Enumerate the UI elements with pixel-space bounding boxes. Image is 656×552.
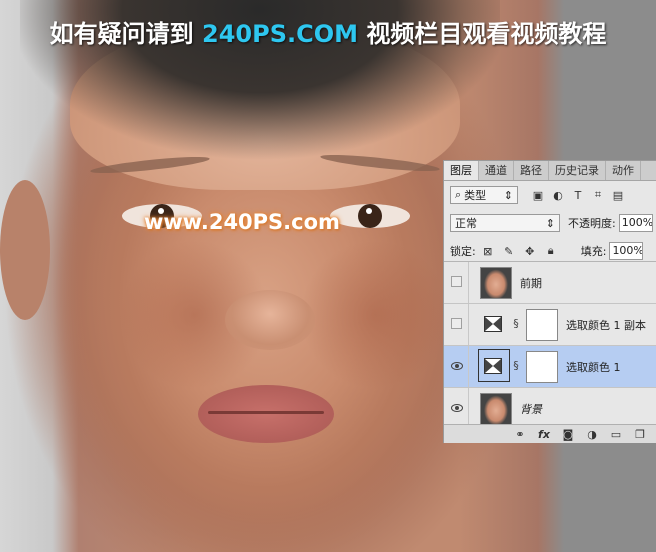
lock-all-icon[interactable]: 🔒︎: [545, 244, 557, 257]
right-iris: [358, 204, 382, 228]
blend-mode-select[interactable]: 正常 ⇕: [450, 214, 560, 232]
tab-layers[interactable]: 图层: [444, 161, 479, 180]
selective-color-adjustment-icon: [484, 358, 502, 374]
visibility-toggle-on[interactable]: [449, 400, 464, 415]
filter-icons: ▣ ◐ T ⌗ ▤: [532, 188, 624, 202]
layer-kind-filter-select[interactable]: ⌕ 类型 ⇕: [450, 186, 518, 204]
chain-link-icon[interactable]: §: [512, 318, 520, 330]
divider: [468, 346, 469, 387]
lock-transparent-icon[interactable]: ⊠: [482, 245, 494, 258]
kind-filter-label: 类型: [464, 189, 487, 202]
watermark: www.240PS.com: [144, 210, 340, 234]
banner-site: 240PS.COM: [202, 20, 358, 48]
shape-filter-icon[interactable]: ⌗: [592, 188, 604, 201]
layers-list: 前期 § 选取颜色 1 副本 § 选取颜色 1 背景: [444, 261, 656, 430]
image-filter-icon[interactable]: ▣: [532, 189, 544, 202]
banner-text-before: 如有疑问请到: [49, 20, 202, 48]
blend-row: 正常 ⇕ 不透明度: 100%: [444, 209, 656, 237]
tutorial-banner: 如有疑问请到 240PS.COM 视频栏目观看视频教程: [0, 14, 656, 49]
layer-mask-thumbnail[interactable]: [526, 309, 558, 341]
layers-panel: 图层 通道 路径 历史记录 动作 ⌕ 类型 ⇕ ▣ ◐ T ⌗ ▤ 正常 ⇕ 不…: [443, 160, 656, 443]
selective-color-adjustment-icon: [484, 316, 502, 332]
eye-icon: [450, 361, 463, 370]
blend-mode-value: 正常: [455, 217, 477, 230]
fill-field[interactable]: 100%: [609, 242, 644, 260]
opacity-field[interactable]: 100%: [618, 214, 653, 232]
lock-label: 锁定:: [450, 245, 476, 258]
chain-link-icon[interactable]: §: [512, 360, 520, 372]
adjustment-filter-icon[interactable]: ◐: [552, 189, 564, 202]
type-filter-icon[interactable]: T: [572, 189, 584, 202]
right-eye: [330, 204, 410, 228]
visibility-toggle-off[interactable]: [449, 316, 464, 331]
updown-arrows-icon: ⇕: [545, 216, 555, 230]
layer-name[interactable]: 前期: [520, 275, 542, 291]
lock-icons: ⊠ ✎ ✥ 🔒︎: [482, 244, 557, 258]
divider: [468, 388, 469, 429]
eye-icon: [450, 403, 463, 412]
link-layers-icon[interactable]: ⚭: [513, 428, 527, 441]
layer-row-selective-color[interactable]: § 选取颜色 1: [444, 346, 656, 388]
lock-position-move-icon[interactable]: ✥: [524, 245, 536, 258]
layer-row-qianqi[interactable]: 前期: [444, 262, 656, 304]
layer-thumbnail: [480, 267, 512, 299]
fill-label: 填充:: [580, 245, 607, 258]
add-mask-icon[interactable]: ◙: [561, 428, 575, 441]
layer-mask-thumbnail[interactable]: [526, 351, 558, 383]
tab-history[interactable]: 历史记录: [549, 161, 606, 180]
new-layer-icon[interactable]: ❐: [633, 428, 647, 441]
layer-name[interactable]: 选取颜色 1: [566, 359, 621, 375]
panel-tabs: 图层 通道 路径 历史记录 动作: [444, 161, 656, 181]
lips: [198, 385, 334, 443]
filter-row: ⌕ 类型 ⇕ ▣ ◐ T ⌗ ▤: [444, 181, 656, 209]
opacity-label: 不透明度:: [568, 217, 616, 230]
nose: [225, 290, 315, 350]
divider: [468, 304, 469, 345]
updown-arrows-icon: ⇕: [503, 188, 513, 202]
banner-text-after: 视频栏目观看视频教程: [358, 20, 607, 48]
visibility-toggle-on[interactable]: [449, 358, 464, 373]
visibility-toggle-off[interactable]: [449, 274, 464, 289]
layer-name[interactable]: 选取颜色 1 副本: [566, 317, 646, 333]
panel-footer: ⚭ fx ◙ ◑ ▭ ❐: [444, 424, 656, 443]
tab-paths[interactable]: 路径: [514, 161, 549, 180]
search-icon: ⌕: [455, 188, 462, 201]
left-ear: [0, 180, 50, 320]
tab-actions[interactable]: 动作: [606, 161, 641, 180]
right-cheek: [300, 240, 450, 390]
divider: [468, 262, 469, 303]
lock-pixels-brush-icon[interactable]: ✎: [503, 245, 515, 258]
new-group-icon[interactable]: ▭: [609, 428, 623, 441]
layer-row-selective-color-copy[interactable]: § 选取颜色 1 副本: [444, 304, 656, 346]
tab-channels[interactable]: 通道: [479, 161, 514, 180]
fx-icon[interactable]: fx: [537, 428, 551, 441]
layer-thumbnail: [480, 393, 512, 425]
new-adjustment-icon[interactable]: ◑: [585, 428, 599, 441]
layer-name[interactable]: 背景: [520, 401, 542, 417]
smart-object-filter-icon[interactable]: ▤: [612, 189, 624, 202]
